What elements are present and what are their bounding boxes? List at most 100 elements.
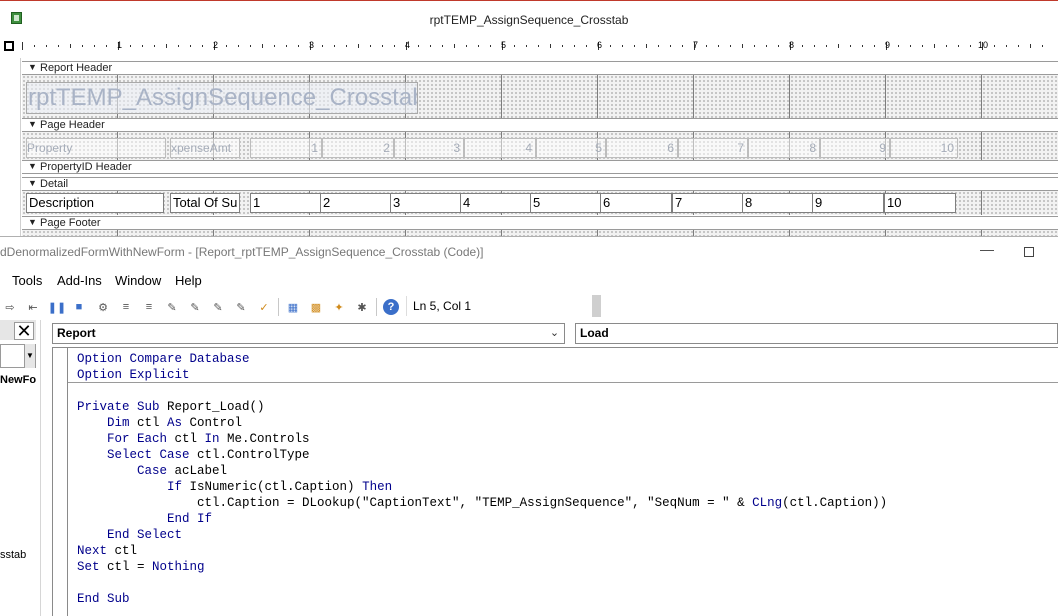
detail-textbox[interactable]: Total Of Su [170, 193, 240, 213]
page-header-label[interactable]: 2 [322, 138, 394, 158]
report-selector-icon[interactable] [4, 41, 14, 51]
ruler-number: 6 [597, 40, 603, 50]
horizontal-ruler[interactable]: 1 2 3 4 5 6 7 8 9 10 [22, 38, 1058, 54]
cursor-position-readout: Ln 5, Col 1 [406, 296, 596, 316]
procedure-dropdown[interactable]: Load [575, 323, 1058, 344]
detail-textbox[interactable]: 3 [390, 193, 462, 213]
page-header-label[interactable]: 1 [250, 138, 322, 158]
code-line: If IsNumeric(ctl.Caption) Then [77, 480, 393, 494]
detail-textbox[interactable]: 6 [600, 193, 672, 213]
section-arrow-icon: ▼ [28, 119, 37, 129]
report-header-section-bar[interactable]: ▼ Report Header [22, 61, 1058, 75]
code-line: Dim ctl As Control [77, 416, 243, 430]
help-icon[interactable]: ? [383, 299, 399, 315]
design-mode-icon[interactable]: ✓ [256, 299, 272, 315]
vbe-window-title: dDenormalizedFormWithNewForm - [Report_r… [0, 245, 484, 259]
code-line: Case acLabel [77, 464, 228, 478]
pause-icon[interactable]: ❚❚ [48, 299, 66, 315]
outdent-icon[interactable]: ⇤ [25, 299, 41, 315]
call-stack-icon[interactable]: ✎ [233, 299, 249, 315]
ruler-number: 7 [693, 40, 699, 50]
detail-textbox[interactable]: 2 [320, 193, 392, 213]
section-arrow-icon: ▼ [28, 217, 37, 227]
page-header-label[interactable]: xpenseAmt [170, 138, 240, 158]
vertical-ruler[interactable] [0, 58, 21, 236]
ruler-number: 4 [405, 40, 411, 50]
ruler-number: 1 [117, 40, 123, 50]
indent-icon[interactable]: ⇨ [2, 299, 18, 315]
menu-tools[interactable]: Tools [12, 273, 42, 288]
object-browser-icon[interactable]: ✦ [331, 299, 347, 315]
report-header-title-label[interactable]: rptTEMP_AssignSequence_Crosstab [26, 82, 418, 114]
page-header-section-bar[interactable]: ▼ Page Header [22, 118, 1058, 132]
maximize-button[interactable] [1024, 247, 1034, 257]
toolbar-overflow-grip[interactable] [592, 295, 601, 317]
run-to-cursor-icon[interactable]: ✎ [187, 299, 203, 315]
ruler-number: 9 [885, 40, 891, 50]
step-out-icon[interactable]: ✎ [164, 299, 180, 315]
code-line: Select Case ctl.ControlType [77, 448, 310, 462]
code-line: For Each ctl In Me.Controls [77, 432, 310, 446]
detail-textbox[interactable]: Description [26, 193, 164, 213]
detail-textbox[interactable]: 8 [742, 193, 814, 213]
toggle-breakpoint-icon[interactable]: ⚙ [95, 299, 111, 315]
detail-section-bar[interactable]: ▼ Detail [22, 177, 1058, 191]
chevron-down-icon[interactable]: ⌄ [545, 324, 564, 343]
ruler-number: 2 [213, 40, 219, 50]
code-line: Next ctl [77, 544, 138, 558]
detail-textbox[interactable]: 1 [250, 193, 322, 213]
detail-textbox[interactable]: 4 [460, 193, 532, 213]
toolbar-separator [376, 298, 377, 316]
minimize-button[interactable]: — [980, 241, 994, 257]
section-arrow-icon: ▼ [28, 178, 37, 188]
code-text[interactable]: Option Compare Database Option Explicit P… [77, 351, 887, 607]
ruler-ticks [22, 42, 1043, 50]
page-header-label[interactable]: 6 [606, 138, 678, 158]
section-label: PropertyID Header [40, 161, 132, 173]
section-label: Detail [40, 178, 69, 190]
section-label: Page Footer [40, 217, 101, 229]
detail-textbox[interactable]: 5 [530, 193, 602, 213]
menu-window[interactable]: Window [115, 273, 161, 288]
report-title-bar[interactable]: rptTEMP_AssignSequence_Crosstab [0, 0, 1058, 36]
page-header-label[interactable]: 4 [464, 138, 536, 158]
properties-window-icon[interactable]: ▩ [308, 299, 324, 315]
page-footer-section-bar[interactable]: ▼ Page Footer [22, 216, 1058, 230]
vba-editor-window: dDenormalizedFormWithNewForm - [Report_r… [0, 236, 1058, 616]
step-into-icon[interactable]: ≡ [118, 299, 134, 315]
page-header-label[interactable]: 9 [820, 138, 890, 158]
project-explorer-icon[interactable]: ▦ [285, 299, 301, 315]
code-margin-indicator-bar[interactable] [53, 348, 68, 616]
project-tree-item[interactable]: sstab [0, 549, 26, 561]
page-header-label[interactable]: 7 [678, 138, 748, 158]
propertyid-header-section-bar[interactable]: ▼ PropertyID Header [22, 160, 1058, 174]
step-over-icon[interactable]: ≡ [141, 299, 157, 315]
vbe-title-bar[interactable]: dDenormalizedFormWithNewForm - [Report_r… [0, 237, 1058, 269]
ruler-number: 10 [978, 40, 989, 50]
project-tree-item[interactable]: NewFo [0, 374, 36, 386]
section-label: Page Header [40, 119, 105, 131]
ruler-number: 8 [789, 40, 795, 50]
stop-icon[interactable]: ■ [71, 299, 87, 315]
close-icon[interactable]: ✕ [14, 322, 34, 340]
page-header-label[interactable]: Property [26, 138, 166, 158]
page-header-label[interactable]: 5 [536, 138, 606, 158]
quick-watch-icon[interactable]: ✎ [210, 299, 226, 315]
page-header-label[interactable]: 10 [890, 138, 958, 158]
menu-add-ins[interactable]: Add-Ins [57, 273, 102, 288]
page-header-label[interactable]: 3 [394, 138, 464, 158]
menu-bar: Tools Add-Ins Window Help [0, 270, 1058, 292]
code-line: Option Explicit [77, 368, 190, 382]
toolbox-icon[interactable]: ✱ [354, 299, 370, 315]
detail-textbox[interactable]: 9 [812, 193, 884, 213]
section-label: Report Header [40, 62, 113, 74]
detail-textbox[interactable]: 7 [672, 193, 744, 213]
object-dropdown[interactable]: Report [52, 323, 565, 344]
menu-help[interactable]: Help [175, 273, 202, 288]
chevron-down-icon[interactable]: ▼ [24, 344, 35, 368]
code-line: ctl.Caption = DLookup("CaptionText", "TE… [77, 496, 888, 510]
detail-textbox[interactable]: 10 [884, 193, 956, 213]
page-header-label[interactable]: 8 [748, 138, 820, 158]
code-line: End Sub [77, 592, 130, 606]
